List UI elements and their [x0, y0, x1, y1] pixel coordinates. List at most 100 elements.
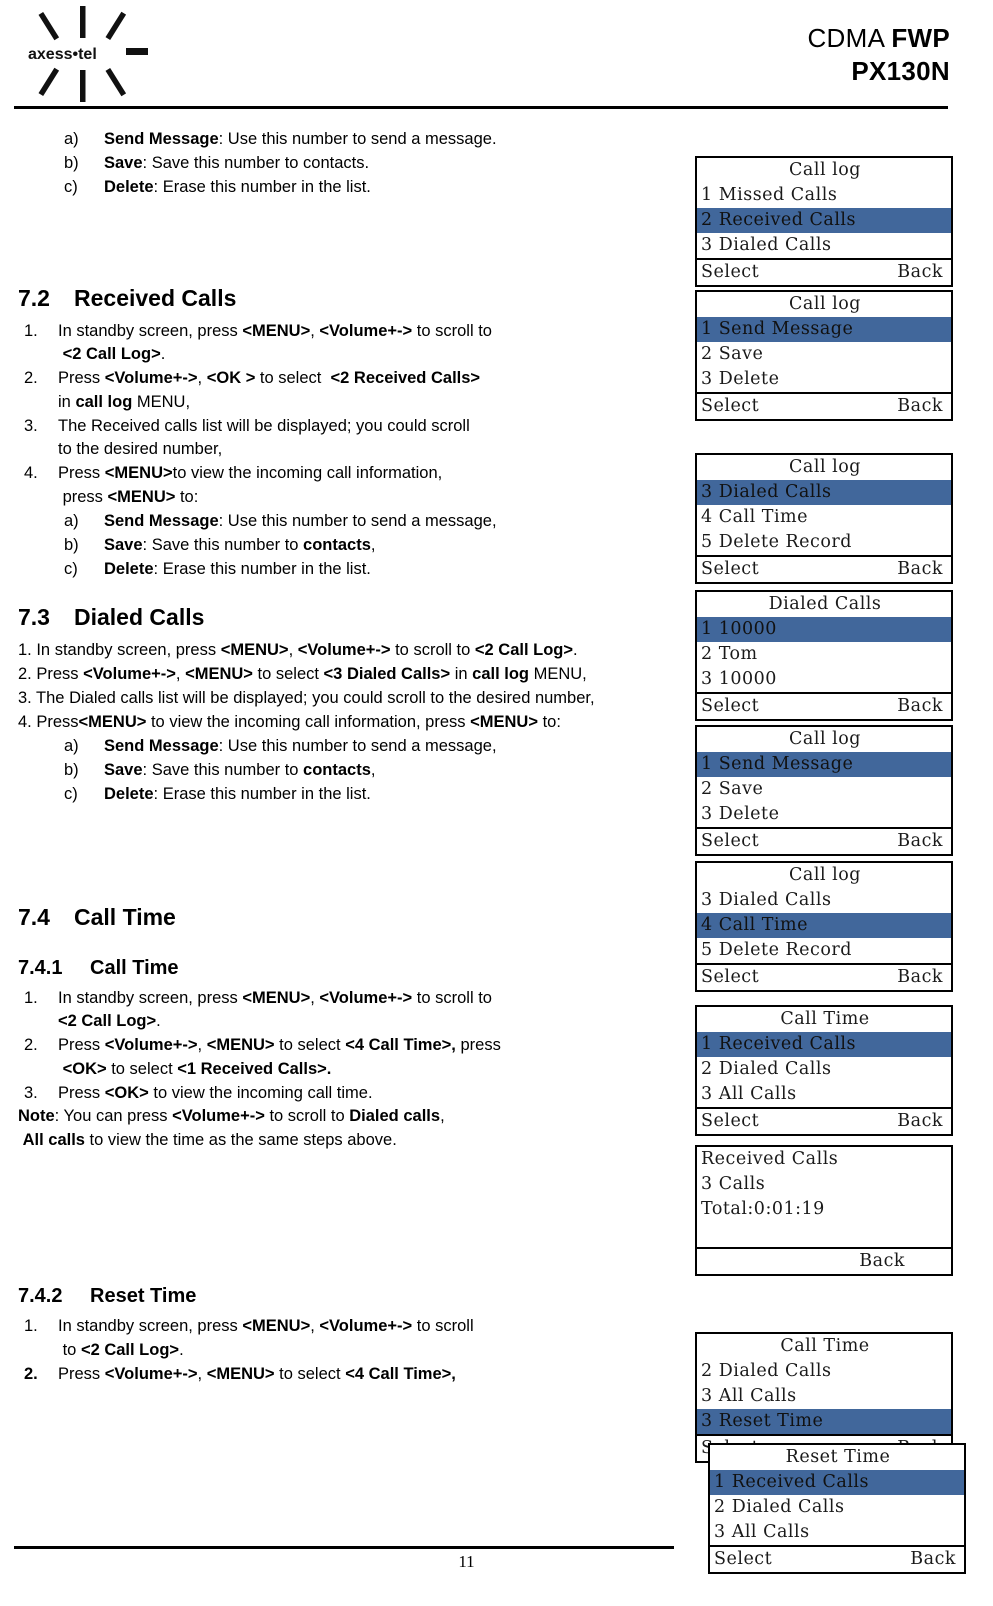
lcd-title: Call log	[789, 864, 861, 885]
lcd-row[interactable]: 3 All Calls	[710, 1520, 964, 1545]
page-header: axess•tel CDMA FWP PX130N	[0, 0, 993, 112]
product-model-label: PX130N	[851, 55, 950, 86]
list-marker: a)	[64, 737, 79, 755]
lcd-row[interactable]: 1 Missed Calls	[697, 183, 951, 208]
list-item: a) Send Message: Use this number to send …	[18, 735, 678, 759]
lcd-row-selected[interactable]: 2 Received Calls	[697, 208, 951, 233]
list-item: 2. Press <Volume+->, <OK > to select <2 …	[18, 367, 678, 415]
section-title: Dialed Calls	[74, 604, 205, 631]
option-desc: : Erase this number in the list.	[153, 559, 371, 578]
list-marker: c)	[64, 784, 78, 803]
list-marker: 2.	[24, 1036, 38, 1055]
list-item: 2. Press <Volume+->, <MENU> to select <4…	[18, 1363, 678, 1387]
lcd-row[interactable]: 3 All Calls	[697, 1384, 951, 1409]
softkey-back[interactable]: Back	[897, 968, 945, 987]
lcd-softkey-bar: Select Back	[697, 392, 951, 419]
list-item: c) Delete: Erase this number in the list.	[18, 176, 678, 200]
sub-options-7-3: a) Send Message: Use this number to send …	[18, 735, 678, 807]
softkey-back[interactable]: Back	[897, 697, 945, 716]
softkey-select[interactable]: Select	[701, 968, 759, 987]
section-number: 7.2	[18, 284, 50, 311]
logo-starburst-icon: axess•tel	[28, 6, 148, 102]
lcd-row[interactable]: 4 Call Time	[697, 505, 951, 530]
section-title: Call Time	[90, 956, 179, 979]
heading-7-3: 7.3 Dialed Calls	[18, 603, 678, 633]
option-label: Send Message	[104, 511, 219, 530]
step-line: Press <Volume+->, <MENU> to select <4 Ca…	[58, 1036, 501, 1055]
lcd-row[interactable]: 2 Dialed Calls	[697, 1359, 951, 1384]
lcd-call-log-options-1: Call log 1 Send Message 2 Save 3 Delete …	[695, 290, 953, 421]
lcd-row[interactable]: 3 10000	[697, 667, 951, 692]
softkey-select[interactable]: Select	[701, 397, 759, 416]
lcd-row-selected[interactable]: 1 Send Message	[697, 317, 951, 342]
lcd-softkey-bar: Select Back	[697, 258, 951, 285]
section-number: 7.3	[18, 604, 50, 631]
lcd-row[interactable]: 3 Dialed Calls	[697, 888, 951, 913]
lcd-row[interactable]: 2 Save	[697, 777, 951, 802]
section-number: 7.4.2	[18, 1285, 63, 1308]
lcd-row-selected[interactable]: 3 Reset Time	[697, 1409, 951, 1434]
lcd-row-selected[interactable]: 1 Received Calls	[710, 1470, 964, 1495]
logo-wordmark: axess•tel	[28, 46, 97, 63]
softkey-select[interactable]: Select	[701, 560, 759, 579]
list-marker: a)	[64, 511, 79, 530]
lcd-row[interactable]: 3 Dialed Calls	[697, 233, 951, 258]
lcd-row[interactable]: 2 Dialed Calls	[710, 1495, 964, 1520]
heading-7-4-2: 7.4.2 Reset Time	[18, 1283, 678, 1309]
product-title-line1: CDMA FWP	[807, 22, 950, 55]
softkey-back[interactable]: Back	[897, 397, 945, 416]
lcd-row-selected[interactable]: 4 Call Time	[697, 913, 951, 938]
lcd-row[interactable]: 3 Delete	[697, 802, 951, 827]
softkey-select[interactable]: Select	[701, 832, 759, 851]
softkey-back[interactable]: Back	[910, 1550, 958, 1569]
lcd-row: Received Calls	[701, 1148, 839, 1169]
lcd-row[interactable]: 3 Delete	[697, 367, 951, 392]
document-body: a) Send Message : Use this number to send …	[18, 128, 678, 1387]
option-desc: : Use this number to send a message.	[218, 130, 497, 148]
lcd-row-selected[interactable]: 1 Send Message	[697, 752, 951, 777]
softkey-select[interactable]: Select	[701, 1112, 759, 1131]
lcd-softkey-bar: Select Back	[697, 827, 951, 854]
softkey-back[interactable]: Back	[859, 1252, 945, 1271]
footer-divider	[14, 1546, 674, 1549]
header-divider	[14, 106, 948, 109]
list-item: c) Delete: Erase this number in the list.	[18, 783, 678, 807]
option-desc: : Erase this number in the list.	[153, 784, 371, 803]
lcd-call-log-dialed: Call log 3 Dialed Calls 4 Call Time 5 De…	[695, 453, 953, 584]
softkey-select[interactable]: Select	[701, 697, 759, 716]
list-item: b) Save: Save this number to contacts,	[18, 759, 678, 783]
product-title: CDMA FWP PX130N	[807, 22, 950, 87]
option-label: Save	[104, 760, 143, 779]
lcd-title: Call log	[789, 456, 861, 477]
lcd-row-selected[interactable]: 3 Dialed Calls	[697, 480, 951, 505]
lcd-row[interactable]: 2 Save	[697, 342, 951, 367]
list-marker: 1.	[24, 321, 38, 340]
list-marker: 4.	[24, 464, 38, 483]
lcd-row-selected[interactable]: 1 Received Calls	[697, 1032, 951, 1057]
softkey-back[interactable]: Back	[897, 1112, 945, 1131]
lcd-call-log-options-2: Call log 1 Send Message 2 Save 3 Delete …	[695, 725, 953, 856]
lcd-row[interactable]: 3 All Calls	[697, 1082, 951, 1107]
lcd-softkey-bar: Select Back	[697, 692, 951, 719]
list-marker: 3.	[24, 1083, 38, 1102]
lcd-row-selected[interactable]: 1 10000	[697, 617, 951, 642]
steps-7-4-1: 1. In standby screen, press <MENU>, <Vol…	[18, 987, 678, 1106]
softkey-back[interactable]: Back	[897, 263, 945, 282]
step-line: Press <MENU>to view the incoming call in…	[58, 464, 443, 483]
lcd-row[interactable]: 2 Tom	[697, 642, 951, 667]
lcd-row[interactable]: 5 Delete Record	[697, 530, 951, 555]
softkey-select[interactable]: Select	[701, 263, 759, 282]
softkey-select[interactable]: Select	[714, 1550, 772, 1569]
lcd-call-log-received: Call log 1 Missed Calls 2 Received Calls…	[695, 156, 953, 287]
step-7-3-3: 3. The Dialed calls list will be display…	[18, 689, 595, 708]
softkey-back[interactable]: Back	[897, 832, 945, 851]
list-item: 4. Press <MENU>to view the incoming call…	[18, 462, 678, 581]
lcd-row[interactable]: 5 Delete Record	[697, 938, 951, 963]
list-marker-bold: 2.	[24, 1364, 38, 1383]
softkey-back[interactable]: Back	[897, 560, 945, 579]
lcd-row[interactable]: 2 Dialed Calls	[697, 1057, 951, 1082]
